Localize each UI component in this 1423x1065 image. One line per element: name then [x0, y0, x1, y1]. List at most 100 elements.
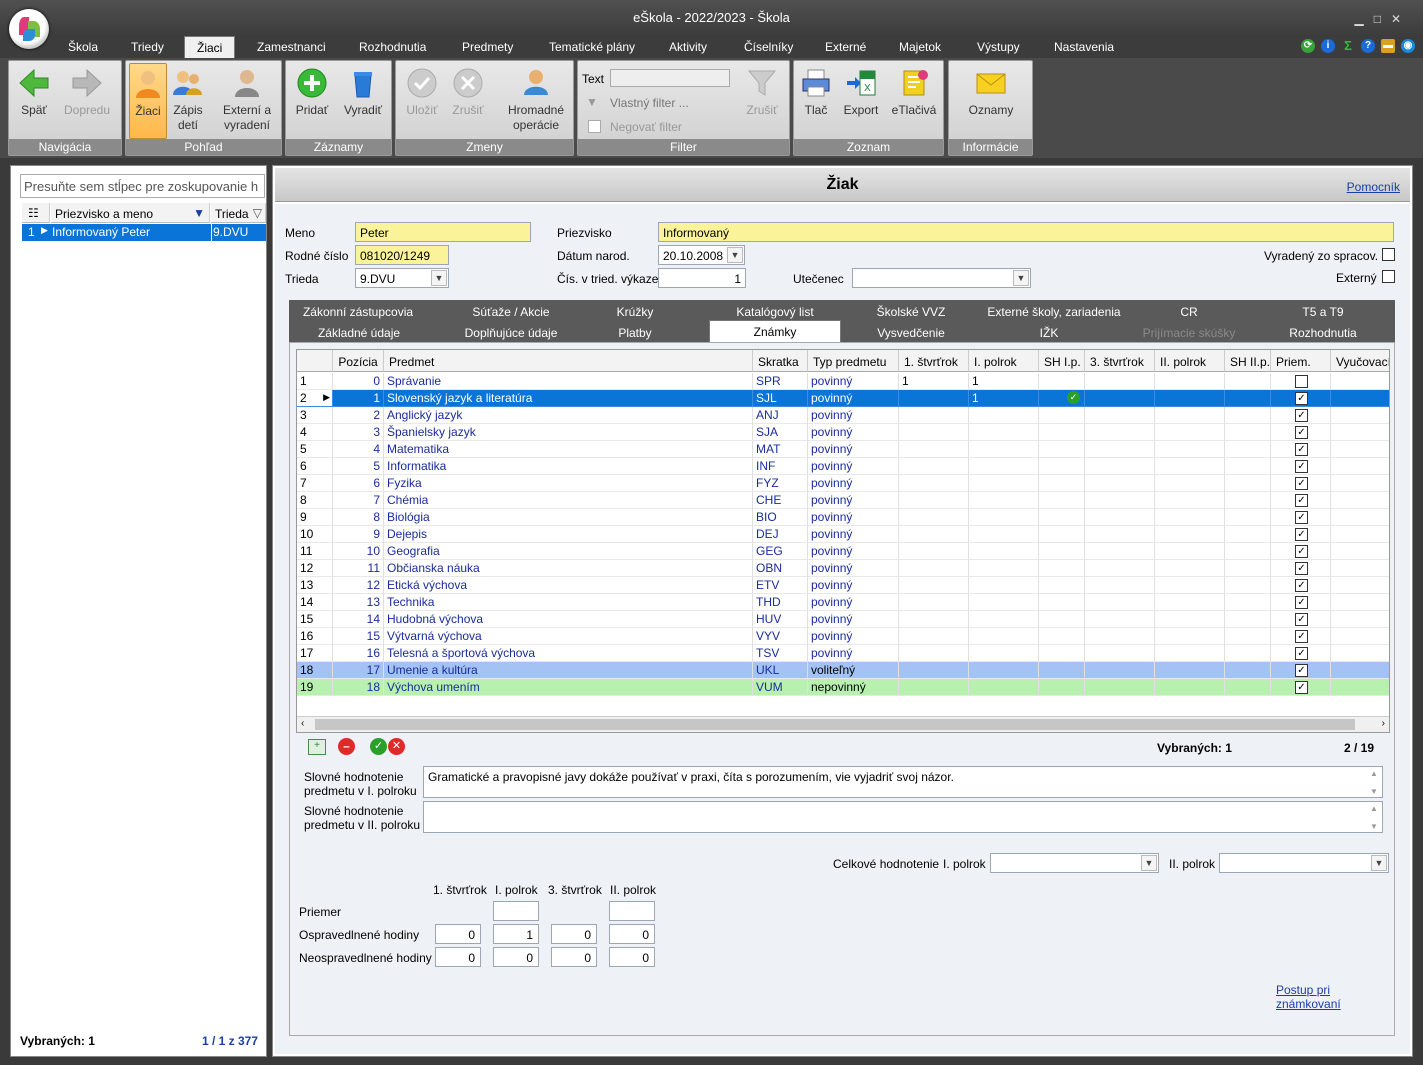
cell-h1[interactable]: [969, 526, 1039, 543]
back-button[interactable]: Späť: [15, 63, 53, 118]
cell-empty[interactable]: [1331, 424, 1389, 441]
cell-empty[interactable]: [1085, 577, 1155, 594]
overall-h1-select[interactable]: ▼: [990, 853, 1159, 873]
cell-empty[interactable]: [1225, 407, 1271, 424]
cell-empty[interactable]: [1085, 645, 1155, 662]
col-header-12[interactable]: Vyučovací: [1331, 350, 1389, 372]
tab-katalogovy-list[interactable]: Katalógový list: [719, 305, 831, 319]
cell-empty[interactable]: [1331, 543, 1389, 560]
cell-empty[interactable]: [1331, 407, 1389, 424]
cell-empty[interactable]: [1155, 458, 1225, 475]
cell-h1[interactable]: [969, 407, 1039, 424]
cell-empty[interactable]: [1085, 475, 1155, 492]
grade-row[interactable]: 13 12 Etická výchova ETV povinný ✓: [297, 577, 1389, 594]
bulk-operations-button[interactable]: Hromadné operácie: [502, 63, 570, 133]
average-checkbox-cell[interactable]: ✓: [1271, 458, 1331, 475]
cell-h1[interactable]: [969, 645, 1039, 662]
menu-externe[interactable]: Externé: [825, 40, 866, 54]
cell-empty[interactable]: [1225, 458, 1271, 475]
average-checkbox[interactable]: [1295, 375, 1308, 388]
grade-row[interactable]: 8 7 Chémia CHE povinný ✓: [297, 492, 1389, 509]
col-header-5[interactable]: 1. štvrťrok: [899, 350, 969, 372]
average-checkbox[interactable]: ✓: [1295, 681, 1308, 694]
cell-empty[interactable]: [1085, 594, 1155, 611]
cell-empty[interactable]: [1225, 390, 1271, 407]
app-logo-icon[interactable]: [9, 9, 49, 49]
menu-skola[interactable]: Škola: [68, 40, 98, 54]
print-button[interactable]: Tlač: [800, 63, 832, 118]
cell-empty[interactable]: [1085, 560, 1155, 577]
cell-empty[interactable]: [1155, 543, 1225, 560]
cell-empty[interactable]: [1225, 441, 1271, 458]
negate-filter-checkbox[interactable]: [588, 120, 601, 133]
first-name-field[interactable]: Peter: [355, 222, 531, 242]
cell-q1[interactable]: [899, 407, 969, 424]
chevron-down-icon[interactable]: ▼: [727, 247, 743, 263]
verbal2-textarea[interactable]: ▲ ▼: [423, 801, 1383, 833]
grading-procedure-link[interactable]: Postup pri známkovaní: [1276, 983, 1394, 1011]
cell-h1[interactable]: [969, 441, 1039, 458]
cell-empty[interactable]: [1085, 526, 1155, 543]
average-checkbox[interactable]: ✓: [1295, 460, 1308, 473]
birth-number-field[interactable]: 081020/1249: [355, 245, 449, 265]
cell-empty[interactable]: [1155, 441, 1225, 458]
remove-row-icon[interactable]: –: [338, 738, 355, 755]
average-checkbox-cell[interactable]: ✓: [1271, 390, 1331, 407]
cell-empty[interactable]: [1039, 475, 1085, 492]
filter-icon[interactable]: ▽: [253, 206, 262, 220]
cell-empty[interactable]: [1331, 679, 1389, 696]
cell-empty[interactable]: [1331, 458, 1389, 475]
menu-ziaci[interactable]: Žiaci: [184, 36, 236, 59]
cell-empty[interactable]: [1039, 679, 1085, 696]
cell-empty[interactable]: [1039, 526, 1085, 543]
cell-empty[interactable]: [1155, 475, 1225, 492]
cell-empty[interactable]: [1085, 424, 1155, 441]
cell-empty[interactable]: [1039, 628, 1085, 645]
cell-q1[interactable]: [899, 611, 969, 628]
cell-q1[interactable]: [899, 424, 969, 441]
forward-button[interactable]: Dopredu: [59, 63, 115, 118]
cell-empty[interactable]: [1155, 509, 1225, 526]
chevron-down-icon[interactable]: ▼: [1371, 855, 1387, 871]
cell-empty[interactable]: [1331, 577, 1389, 594]
average-checkbox[interactable]: ✓: [1295, 545, 1308, 558]
cell-empty[interactable]: [1225, 628, 1271, 645]
cell-empty[interactable]: [1331, 662, 1389, 679]
unexcused-h1[interactable]: 0: [493, 947, 539, 967]
cell-empty[interactable]: [1155, 662, 1225, 679]
cell-empty[interactable]: [1331, 390, 1389, 407]
cell-empty[interactable]: [1225, 373, 1271, 390]
cell-empty[interactable]: [1225, 475, 1271, 492]
external-checkbox[interactable]: [1382, 270, 1395, 283]
average-checkbox[interactable]: ✓: [1295, 392, 1308, 405]
help-link[interactable]: Pomocník: [1347, 180, 1400, 194]
menu-vystupy[interactable]: Výstupy: [977, 40, 1020, 54]
cell-h1[interactable]: [969, 628, 1039, 645]
cell-empty[interactable]: [1331, 560, 1389, 577]
cell-empty[interactable]: [1225, 645, 1271, 662]
average-checkbox-cell[interactable]: ✓: [1271, 526, 1331, 543]
grade-row[interactable]: 14 13 Technika THD povinný ✓: [297, 594, 1389, 611]
average-checkbox[interactable]: ✓: [1295, 664, 1308, 677]
cell-empty[interactable]: [1039, 424, 1085, 441]
cell-q1[interactable]: [899, 492, 969, 509]
cell-empty[interactable]: [1331, 492, 1389, 509]
cell-empty[interactable]: [1155, 577, 1225, 594]
average-checkbox[interactable]: ✓: [1295, 596, 1308, 609]
cell-empty[interactable]: [1225, 662, 1271, 679]
cell-empty[interactable]: [1331, 645, 1389, 662]
cell-empty[interactable]: [1039, 543, 1085, 560]
col-header-9[interactable]: II. polrok: [1155, 350, 1225, 372]
cell-h1[interactable]: [969, 679, 1039, 696]
cell-empty[interactable]: [1085, 679, 1155, 696]
average-checkbox[interactable]: ✓: [1295, 630, 1308, 643]
average-checkbox-cell[interactable]: ✓: [1271, 662, 1331, 679]
students-view-button[interactable]: Žiaci: [129, 63, 167, 139]
filter-active-icon[interactable]: ▼: [193, 206, 205, 220]
cell-empty[interactable]: [1039, 407, 1085, 424]
average-checkbox-cell[interactable]: [1271, 373, 1331, 390]
grade-row[interactable]: 12 11 Občianska náuka OBN povinný ✓: [297, 560, 1389, 577]
grade-row[interactable]: 11 10 Geografia GEG povinný ✓: [297, 543, 1389, 560]
grade-row[interactable]: 15 14 Hudobná výchova HUV povinný ✓: [297, 611, 1389, 628]
removed-checkbox[interactable]: [1382, 248, 1395, 261]
